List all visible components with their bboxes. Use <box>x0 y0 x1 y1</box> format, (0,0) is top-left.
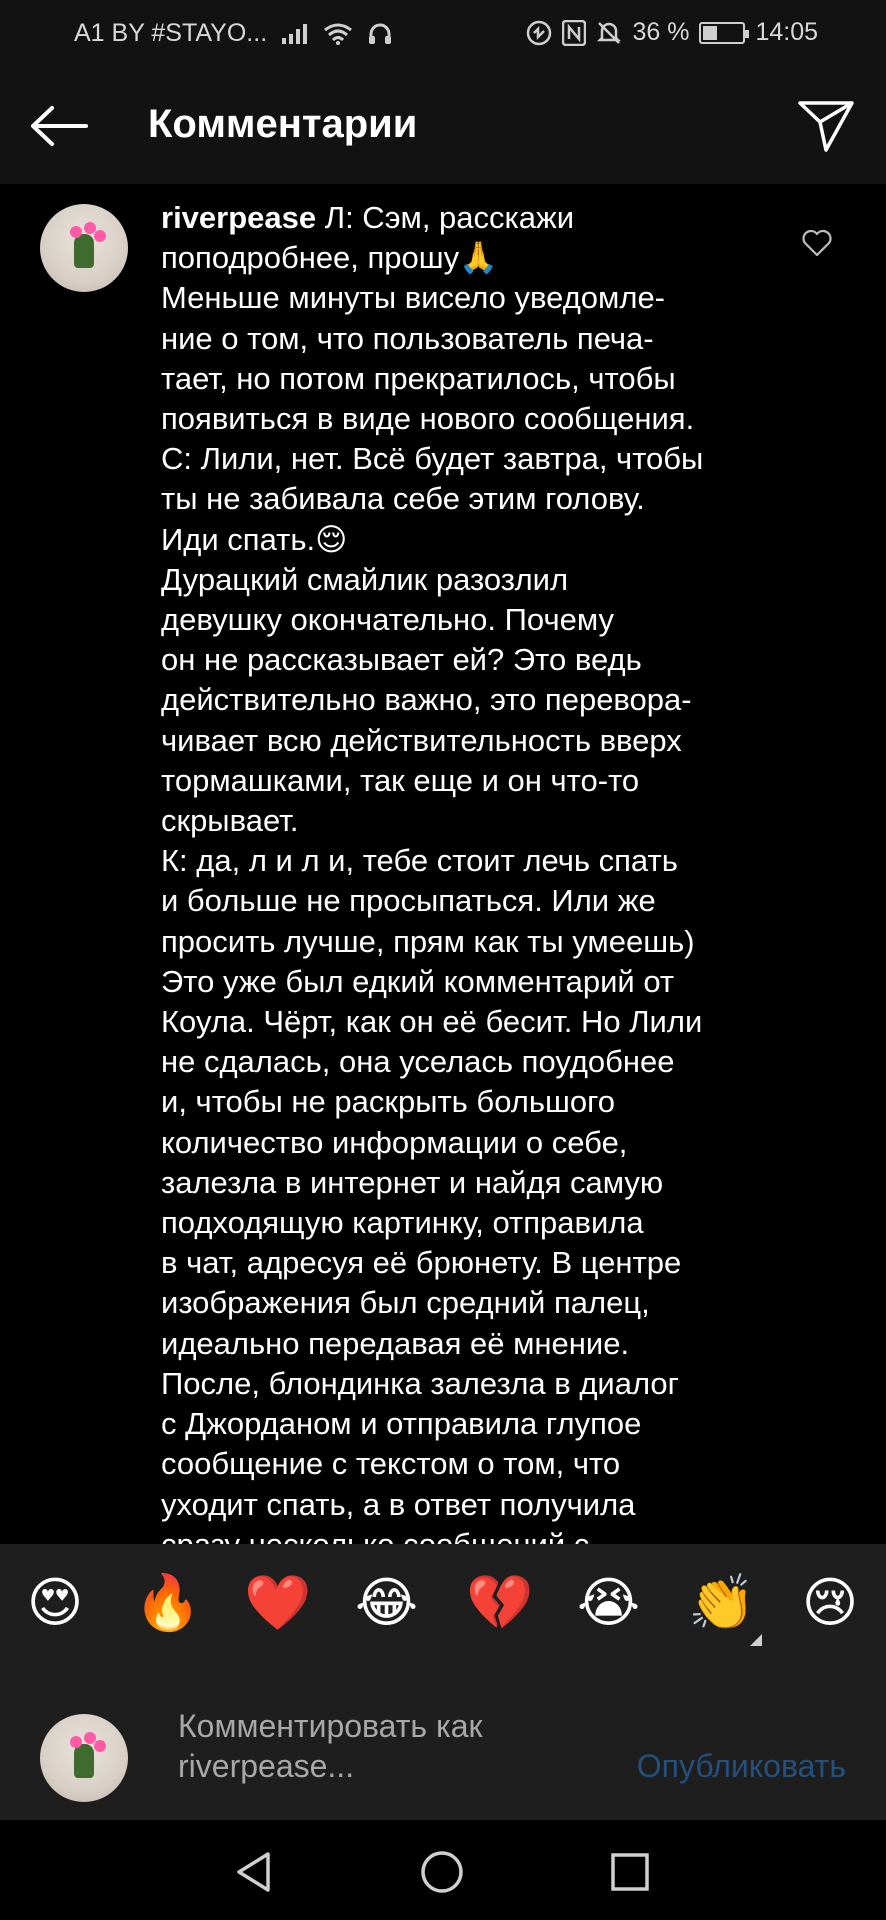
paper-plane-icon <box>798 101 854 152</box>
recents-square-icon <box>611 1853 649 1891</box>
back-triangle-icon <box>237 1852 270 1892</box>
headset-icon <box>367 22 393 46</box>
back-button[interactable] <box>26 96 90 156</box>
emoji-quick-bar: 😍 🔥 ❤️ 😂 💔 😭 👏 😢 <box>0 1544 886 1660</box>
comment-composer: Комментировать как riverpease... Опублик… <box>0 1660 886 1820</box>
wifi-icon <box>323 22 353 46</box>
emoji-clap[interactable]: 👏 <box>688 1572 755 1634</box>
emoji-joy[interactable]: 😂 <box>355 1572 418 1634</box>
share-button[interactable] <box>794 94 858 158</box>
nav-recents-button[interactable] <box>608 1850 652 1894</box>
emoji-red-heart[interactable]: ❤️ <box>244 1572 311 1634</box>
status-left: A1 BY #STAYO... <box>74 19 393 48</box>
nav-home-button[interactable] <box>420 1850 464 1894</box>
like-button[interactable] <box>800 226 834 260</box>
arrow-left-icon <box>31 106 88 146</box>
avatar[interactable] <box>40 204 128 292</box>
home-circle-icon <box>421 1851 463 1893</box>
emoji-heart-eyes[interactable]: 😍 <box>24 1572 86 1634</box>
comment-thread: riverpease Л: Сэм, расскажи поподробнее,… <box>0 184 886 1544</box>
emoji-broken-heart[interactable]: 💔 <box>466 1572 533 1634</box>
nfc-icon <box>562 19 587 46</box>
emoji-variants-indicator <box>750 1634 762 1646</box>
system-nav-bar <box>0 1820 886 1920</box>
carrier-label: A1 BY #STAYO... <box>74 19 268 47</box>
comment-input[interactable]: Комментировать как riverpease... <box>178 1706 558 1786</box>
status-right: 36 % 14:05 <box>526 18 818 47</box>
status-bar: A1 BY #STAYO... 36 % 14:05 <box>0 0 886 66</box>
heart-outline-icon <box>802 229 832 257</box>
clock: 14:05 <box>755 18 818 46</box>
nav-back-button[interactable] <box>232 1850 276 1894</box>
mute-icon <box>596 20 622 46</box>
comment-body: riverpease Л: Сэм, расскажи поподробнее,… <box>161 198 781 1544</box>
comment-username[interactable]: riverpease <box>161 200 316 235</box>
header: Комментарии <box>0 66 886 184</box>
comment-text: Л: Сэм, расскажи поподробнее, прошу🙏 Мен… <box>161 200 704 1544</box>
emoji-sob[interactable]: 😭 <box>577 1572 640 1634</box>
battery-level <box>703 25 718 40</box>
emoji-fire[interactable]: 🔥 <box>134 1572 201 1634</box>
publish-button[interactable]: Опубликовать <box>637 1748 846 1785</box>
signal-icon <box>281 23 309 45</box>
page-title: Комментарии <box>148 102 418 146</box>
battery-percent: 36 % <box>632 18 690 46</box>
emoji-cry[interactable]: 😢 <box>799 1572 861 1634</box>
battery-icon <box>699 21 750 44</box>
avatar <box>40 1714 128 1802</box>
vibrate-icon <box>526 20 552 46</box>
